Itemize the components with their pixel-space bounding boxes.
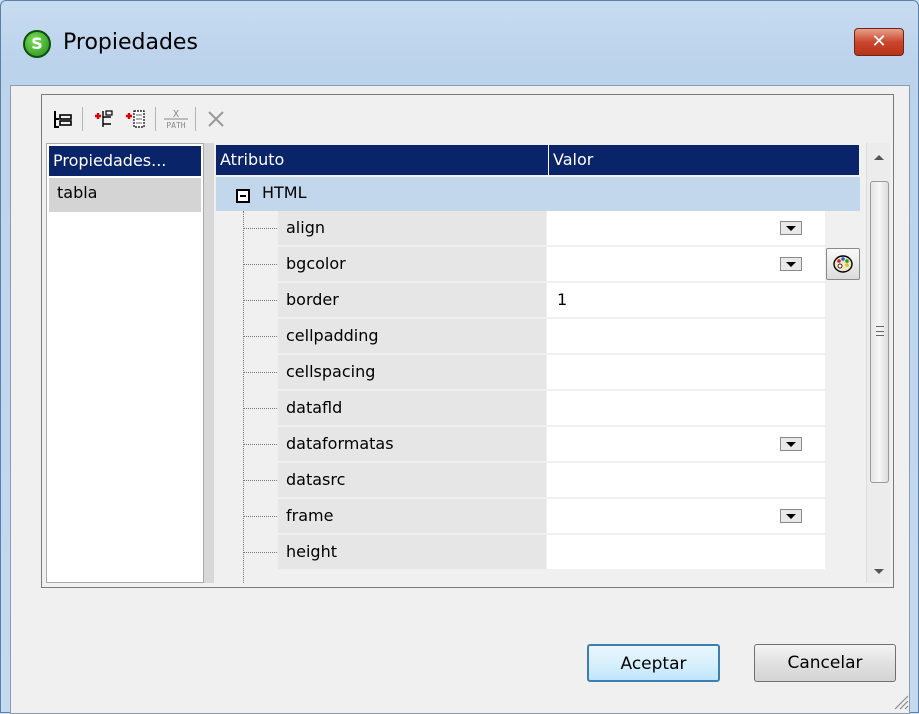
attribute-name: cellspacing — [278, 355, 546, 389]
properties-panel: X PATH Propiedades... tabla Atributo Valo… — [41, 94, 894, 588]
scroll-up-arrow-icon[interactable] — [867, 145, 891, 169]
dropdown-arrow-icon[interactable] — [780, 221, 802, 235]
attribute-value[interactable] — [547, 535, 825, 569]
extra-cell — [826, 427, 862, 461]
dropdown-arrow-icon[interactable] — [780, 257, 802, 271]
close-button[interactable]: ✕ — [854, 28, 904, 56]
attribute-name: datafld — [278, 391, 546, 425]
dialog-client-area: X PATH Propiedades... tabla Atributo Valo… — [10, 85, 910, 714]
attribute-value[interactable] — [547, 247, 825, 281]
attribute-value[interactable]: 1 — [547, 283, 825, 317]
attribute-name: bgcolor — [278, 247, 546, 281]
attribute-row[interactable]: align — [216, 211, 862, 247]
attribute-value[interactable] — [547, 391, 825, 425]
attribute-value[interactable] — [547, 355, 825, 389]
attribute-name: dataformatas — [278, 427, 546, 461]
ok-button[interactable]: Aceptar — [587, 644, 720, 682]
element-list-pane: Propiedades... tabla — [46, 143, 204, 583]
tree-connector — [243, 516, 277, 517]
color-palette-icon[interactable] — [826, 248, 860, 280]
extra-cell — [826, 211, 862, 245]
delete-icon[interactable] — [201, 105, 231, 133]
attribute-value-text: 1 — [557, 290, 568, 309]
attribute-row[interactable]: border 1 — [216, 283, 862, 319]
attribute-value[interactable] — [547, 211, 825, 245]
tree-connector — [243, 336, 277, 337]
collapse-icon[interactable] — [236, 189, 250, 203]
attribute-name: frame — [278, 499, 546, 533]
attribute-row[interactable]: frame — [216, 499, 862, 535]
attribute-row[interactable]: dataformatas — [216, 427, 862, 463]
attribute-row[interactable]: datasrc — [216, 463, 862, 499]
extra-cell — [826, 535, 862, 569]
attribute-value[interactable] — [547, 427, 825, 461]
attribute-row[interactable]: bgcolor — [216, 247, 862, 283]
attribute-name: height — [278, 535, 546, 569]
toolbar-separator — [82, 107, 83, 131]
toolbar-separator — [155, 107, 156, 131]
dropdown-arrow-icon[interactable] — [780, 509, 802, 523]
tree-connector — [243, 408, 277, 409]
attribute-row[interactable]: height — [216, 535, 862, 571]
tree-connector — [243, 264, 277, 265]
extra-cell — [826, 319, 862, 353]
app-icon: S — [23, 30, 51, 58]
pane-splitter[interactable] — [204, 143, 214, 583]
svg-text:PATH: PATH — [166, 121, 185, 130]
attribute-row[interactable]: cellspacing — [216, 355, 862, 391]
extra-cell — [826, 355, 862, 389]
extra-cell — [826, 283, 862, 317]
dialog-window: S Propiedades ✕ X PATH Propiedades... ta… — [0, 0, 919, 714]
attribute-row[interactable]: cellpadding — [216, 319, 862, 355]
toolbar: X PATH — [42, 95, 893, 143]
scrollbar-thumb[interactable] — [870, 181, 889, 483]
extra-cell — [826, 463, 862, 497]
attribute-row[interactable]: datafld — [216, 391, 862, 427]
svg-text:X: X — [173, 109, 179, 120]
extra-cell — [826, 499, 862, 533]
vertical-scrollbar[interactable] — [866, 143, 890, 583]
dropdown-arrow-icon[interactable] — [780, 437, 802, 451]
insert-after-icon[interactable] — [120, 105, 150, 133]
attribute-name: border — [278, 283, 546, 317]
column-header-value: Valor — [549, 145, 859, 175]
attribute-name: datasrc — [278, 463, 546, 497]
xpath-icon[interactable]: X PATH — [161, 105, 191, 133]
tree-connector — [243, 372, 277, 373]
tree-connector — [243, 300, 277, 301]
cancel-button[interactable]: Cancelar — [754, 644, 896, 682]
column-header-attribute: Atributo — [216, 145, 549, 175]
tree-connector — [243, 552, 277, 553]
tree-view-icon[interactable] — [48, 105, 78, 133]
attribute-name: align — [278, 211, 546, 245]
resize-grip-icon[interactable] — [889, 690, 909, 710]
attribute-value[interactable] — [547, 463, 825, 497]
attribute-name: cellpadding — [278, 319, 546, 353]
tree-connector — [243, 228, 277, 229]
title-bar[interactable]: S Propiedades ✕ — [1, 1, 918, 85]
group-row-html[interactable]: HTML — [216, 177, 860, 211]
tree-connector — [243, 480, 277, 481]
window-title: Propiedades — [63, 30, 198, 55]
grip-icon — [876, 326, 884, 336]
insert-before-icon[interactable] — [88, 105, 118, 133]
element-list-header: Propiedades... — [49, 146, 201, 176]
scroll-down-arrow-icon[interactable] — [867, 559, 891, 583]
extra-cell — [826, 391, 862, 425]
extra-cell — [826, 247, 862, 281]
tree-connector — [243, 444, 277, 445]
group-label: HTML — [262, 183, 307, 202]
attribute-value[interactable] — [547, 499, 825, 533]
attributes-grid: Atributo Valor HTML align bgcolor border 1 c… — [214, 143, 862, 583]
attribute-value[interactable] — [547, 319, 825, 353]
toolbar-separator — [195, 107, 196, 131]
element-list-item[interactable]: tabla — [49, 178, 201, 212]
